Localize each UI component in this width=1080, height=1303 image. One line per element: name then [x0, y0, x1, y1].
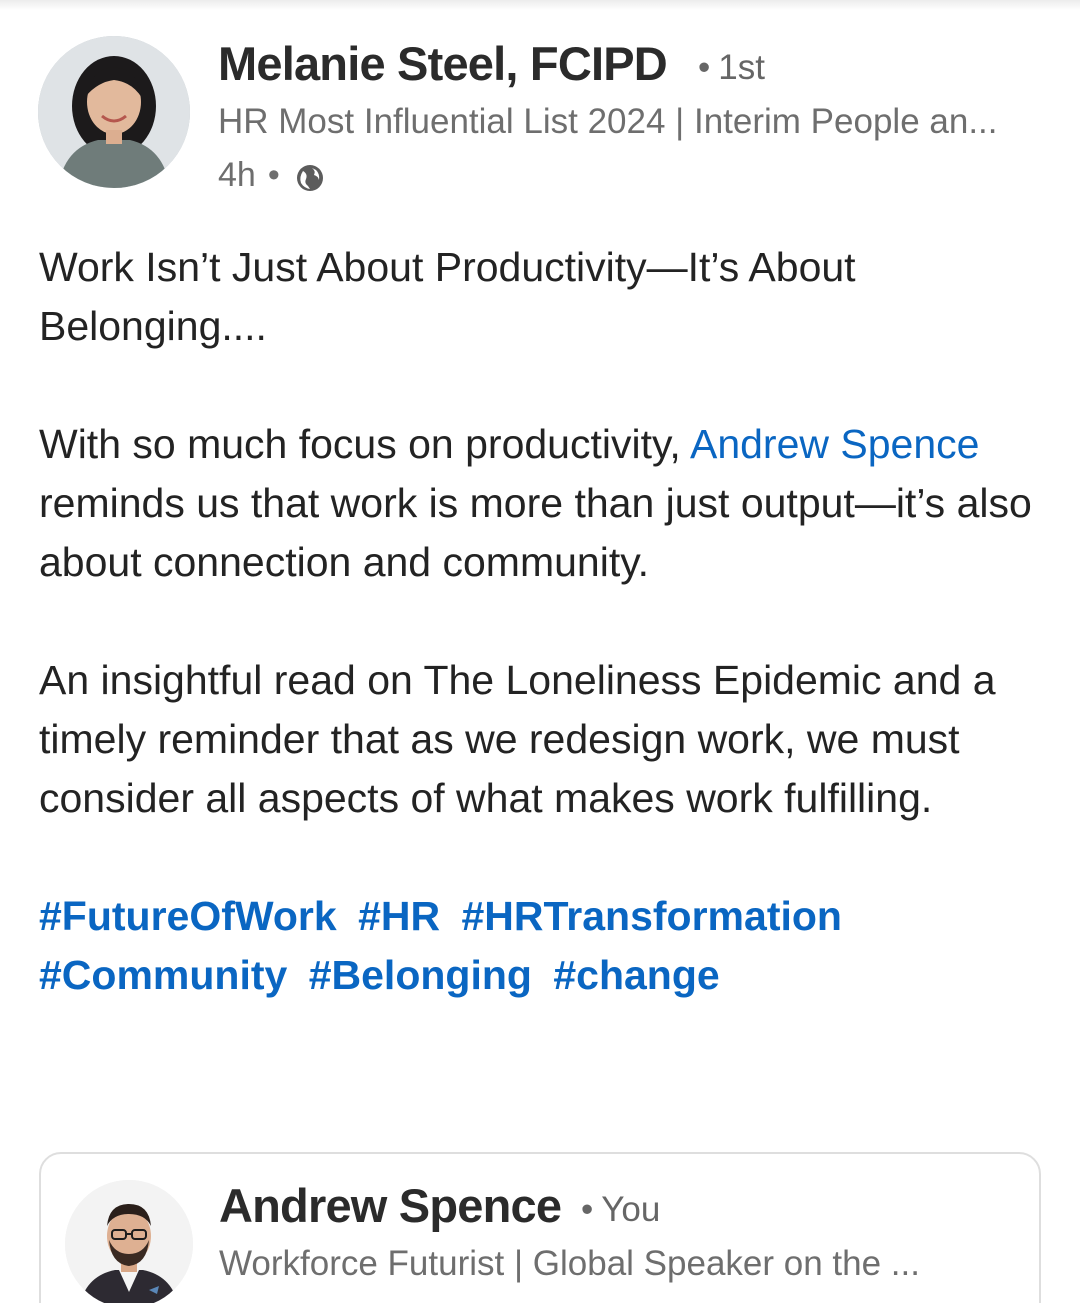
- mention-link-andrew-spence[interactable]: Andrew Spence: [690, 421, 979, 467]
- shared-author-relation: • You: [581, 1190, 660, 1230]
- text-segment: With so much focus on productivity,: [39, 421, 690, 467]
- post-paragraph-2: With so much focus on productivity, Andr…: [39, 415, 1049, 592]
- separator-dot: •: [267, 156, 280, 194]
- hashtag-link[interactable]: #change: [553, 952, 719, 998]
- connection-degree: • 1st: [698, 48, 765, 88]
- post-paragraph-3: An insightful read on The Loneliness Epi…: [39, 657, 996, 821]
- author-name[interactable]: Melanie Steel, FCIPD: [218, 36, 668, 91]
- hashtag-link[interactable]: #HR: [358, 893, 440, 939]
- linkedin-post-screen: Melanie Steel, FCIPD • 1st HR Most Influe…: [0, 0, 1080, 1303]
- post-text: Work Isn’t Just About Productivity—It’s …: [39, 238, 1049, 1005]
- hashtag-link[interactable]: #FutureOfWork: [39, 893, 337, 939]
- separator-dot: •: [581, 1190, 594, 1229]
- hashtag-list: #FutureOfWork #HR #HRTransformation #Com…: [39, 887, 1049, 1005]
- globe-icon: [294, 162, 326, 194]
- top-divider: [0, 0, 1080, 10]
- author-headline[interactable]: HR Most Influential List 2024 | Interim …: [218, 102, 1048, 142]
- shared-author-name[interactable]: Andrew Spence: [219, 1178, 562, 1233]
- degree-label: 1st: [718, 48, 765, 87]
- shared-author-avatar[interactable]: [65, 1180, 193, 1303]
- hashtag-link[interactable]: #Community: [39, 952, 287, 998]
- shared-post-card[interactable]: Andrew Spence • You Workforce Futurist | …: [39, 1152, 1041, 1303]
- hashtag-link[interactable]: #Belonging: [309, 952, 532, 998]
- shared-author-headline: Workforce Futurist | Global Speaker on t…: [219, 1244, 920, 1283]
- text-segment: reminds us that work is more than just o…: [39, 480, 1032, 585]
- separator-dot: •: [698, 48, 711, 87]
- post-title-line: Work Isn’t Just About Productivity—It’s …: [39, 244, 856, 349]
- author-avatar[interactable]: [38, 36, 190, 188]
- post-meta: 4h •: [218, 156, 326, 195]
- post-time: 4h: [218, 156, 256, 194]
- hashtag-link[interactable]: #HRTransformation: [462, 893, 842, 939]
- relation-label: You: [601, 1190, 661, 1229]
